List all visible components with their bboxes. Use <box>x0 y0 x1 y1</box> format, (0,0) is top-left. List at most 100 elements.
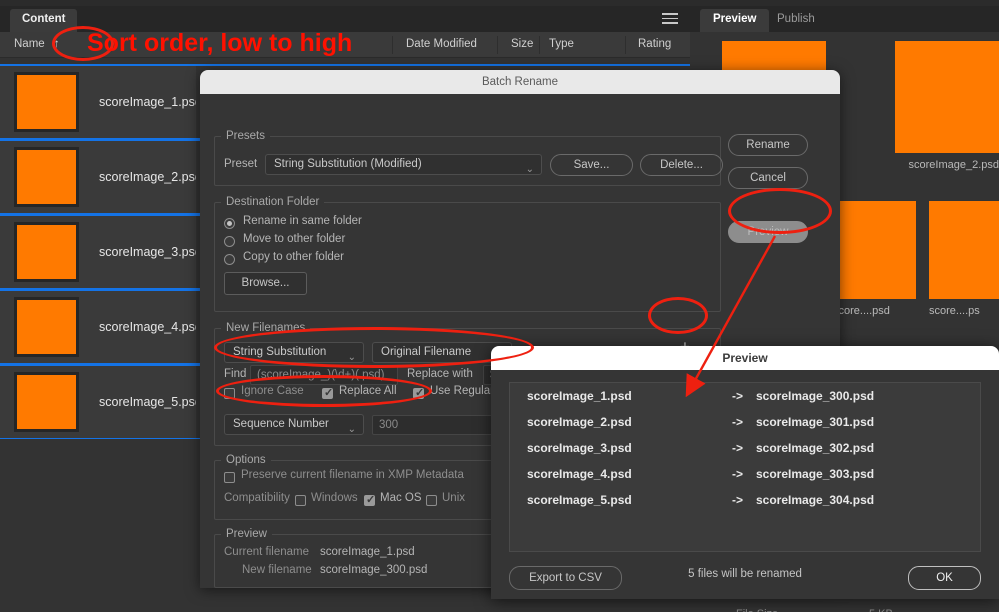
preview-thumbnail-cell[interactable]: score....psd <box>833 201 916 317</box>
bridge-application-window: Content Name ↑ Date Modified Size Type R… <box>0 0 999 612</box>
file-name: scoreImage_4.psd <box>99 320 202 334</box>
find-input[interactable]: (scoreImage_)(\d+)(.psd) <box>250 365 398 385</box>
table-row: scoreImage_2.psd -> scoreImage_301.psd <box>510 415 980 435</box>
preview-thumbnail-image <box>833 201 916 299</box>
new-filename: scoreImage_301.psd <box>756 415 874 429</box>
browse-button[interactable]: Browse... <box>224 272 307 295</box>
current-filename-label: Current filename <box>224 546 309 558</box>
label-preserve-filename-xmp[interactable]: Preserve current filename in XMP Metadat… <box>241 469 464 481</box>
preview-section-legend: Preview <box>221 528 272 540</box>
arrow-icon: -> <box>732 389 743 403</box>
arrow-icon: -> <box>732 493 743 507</box>
chevron-down-icon: ⌄ <box>526 160 534 179</box>
label-unix[interactable]: Unix <box>442 492 465 504</box>
find-label: Find <box>224 368 246 380</box>
label-ignore-case[interactable]: Ignore Case <box>241 385 304 397</box>
preview-dialog-title: Preview <box>491 346 999 370</box>
file-name: scoreImage_2.psd <box>99 170 202 184</box>
preview-thumbnail-label: scoreImage_2.psd <box>895 159 999 171</box>
cancel-button[interactable]: Cancel <box>728 167 808 189</box>
new-filename: scoreImage_300.psd <box>756 389 874 403</box>
checkbox-use-regular-expression[interactable] <box>413 388 424 399</box>
column-divider <box>539 36 540 54</box>
old-filename: scoreImage_2.psd <box>527 415 632 429</box>
table-row: scoreImage_5.psd -> scoreImage_304.psd <box>510 493 980 513</box>
dialog-title: Batch Rename <box>200 70 840 94</box>
preset-label: Preset <box>224 158 257 170</box>
preview-tabbar: Preview Publish <box>690 6 999 32</box>
checkbox-mac-os[interactable] <box>364 495 375 506</box>
delete-preset-button[interactable]: Delete... <box>640 154 723 176</box>
table-row: scoreImage_4.psd -> scoreImage_303.psd <box>510 467 980 487</box>
column-header-type[interactable]: Type <box>549 38 574 50</box>
checkbox-preserve-filename-xmp[interactable] <box>224 472 235 483</box>
preview-thumbnail-image <box>929 201 999 299</box>
checkbox-ignore-case[interactable] <box>224 388 235 399</box>
compatibility-label: Compatibility <box>224 492 290 504</box>
preview-thumbnail-cell[interactable]: scoreImage_2.psd <box>895 41 999 171</box>
file-name: scoreImage_5.psd <box>99 395 202 409</box>
column-header-rating[interactable]: Rating <box>638 38 671 50</box>
radio-label-copy-to-other-folder[interactable]: Copy to other folder <box>243 251 344 263</box>
checkbox-windows[interactable] <box>295 495 306 506</box>
sort-ascending-icon: ↑ <box>54 38 60 50</box>
metadata-key: File Size <box>736 608 778 612</box>
table-row: scoreImage_1.psd -> scoreImage_300.psd <box>510 389 980 409</box>
preview-button[interactable]: Preview <box>728 221 808 243</box>
arrow-icon: -> <box>732 467 743 481</box>
file-name: scoreImage_3.psd <box>99 245 202 259</box>
preview-thumbnail-cell[interactable]: score....ps <box>929 201 999 317</box>
tab-content[interactable]: Content <box>10 9 77 32</box>
file-name: scoreImage_1.psd <box>99 95 202 109</box>
label-mac-os[interactable]: Mac OS <box>380 492 422 504</box>
column-divider <box>497 36 498 54</box>
preview-results-dialog: Preview scoreImage_1.psd -> scoreImage_3… <box>491 346 999 599</box>
old-filename: scoreImage_5.psd <box>527 493 632 507</box>
radio-copy-to-other-folder[interactable] <box>224 254 235 265</box>
arrow-icon: -> <box>732 415 743 429</box>
preview-thumbnail-label: score....ps <box>929 305 999 317</box>
old-filename: scoreImage_3.psd <box>527 441 632 455</box>
column-header-row: Name ↑ Date Modified Size Type Rating <box>0 32 690 58</box>
preset-select[interactable]: String Substitution (Modified) ⌄ <box>265 154 542 175</box>
new-filename: scoreImage_302.psd <box>756 441 874 455</box>
rename-button[interactable]: Rename <box>728 134 808 156</box>
preview-rename-list: scoreImage_1.psd -> scoreImage_300.psd s… <box>509 382 981 552</box>
radio-move-to-other-folder[interactable] <box>224 236 235 247</box>
file-thumbnail <box>14 147 79 207</box>
ok-button[interactable]: OK <box>908 566 981 590</box>
file-thumbnail <box>14 372 79 432</box>
new-filename: scoreImage_303.psd <box>756 467 874 481</box>
new-filename-type-select[interactable]: String Substitution ⌄ <box>224 342 364 363</box>
column-divider <box>392 36 393 54</box>
label-replace-all[interactable]: Replace All <box>339 385 397 397</box>
label-windows[interactable]: Windows <box>311 492 358 504</box>
arrow-icon: -> <box>732 441 743 455</box>
options-legend: Options <box>221 454 271 466</box>
checkbox-replace-all[interactable] <box>322 388 333 399</box>
column-header-size[interactable]: Size <box>511 38 533 50</box>
tab-preview[interactable]: Preview <box>700 9 769 32</box>
save-preset-button[interactable]: Save... <box>550 154 633 176</box>
file-thumbnail <box>14 297 79 357</box>
new-filename-label: New filename <box>242 564 312 576</box>
presets-legend: Presets <box>221 130 270 142</box>
sequence-number-type-select[interactable]: Sequence Number ⌄ <box>224 414 364 435</box>
checkbox-unix[interactable] <box>426 495 437 506</box>
chevron-down-icon: ⌄ <box>348 420 356 439</box>
column-header-name[interactable]: Name ↑ <box>14 38 60 50</box>
content-tabbar: Content <box>0 6 690 32</box>
column-divider <box>625 36 626 54</box>
table-row: scoreImage_3.psd -> scoreImage_302.psd <box>510 441 980 461</box>
old-filename: scoreImage_1.psd <box>527 389 632 403</box>
radio-rename-in-same-folder[interactable] <box>224 218 235 229</box>
current-filename-value: scoreImage_1.psd <box>320 546 415 558</box>
tab-publish[interactable]: Publish <box>764 9 828 32</box>
radio-label-rename-in-same-folder[interactable]: Rename in same folder <box>243 215 362 227</box>
old-filename: scoreImage_4.psd <box>527 467 632 481</box>
column-header-date-modified[interactable]: Date Modified <box>406 38 477 50</box>
new-filename: scoreImage_304.psd <box>756 493 874 507</box>
radio-label-move-to-other-folder[interactable]: Move to other folder <box>243 233 345 245</box>
hamburger-menu-icon[interactable] <box>662 13 678 24</box>
file-thumbnail <box>14 72 79 132</box>
